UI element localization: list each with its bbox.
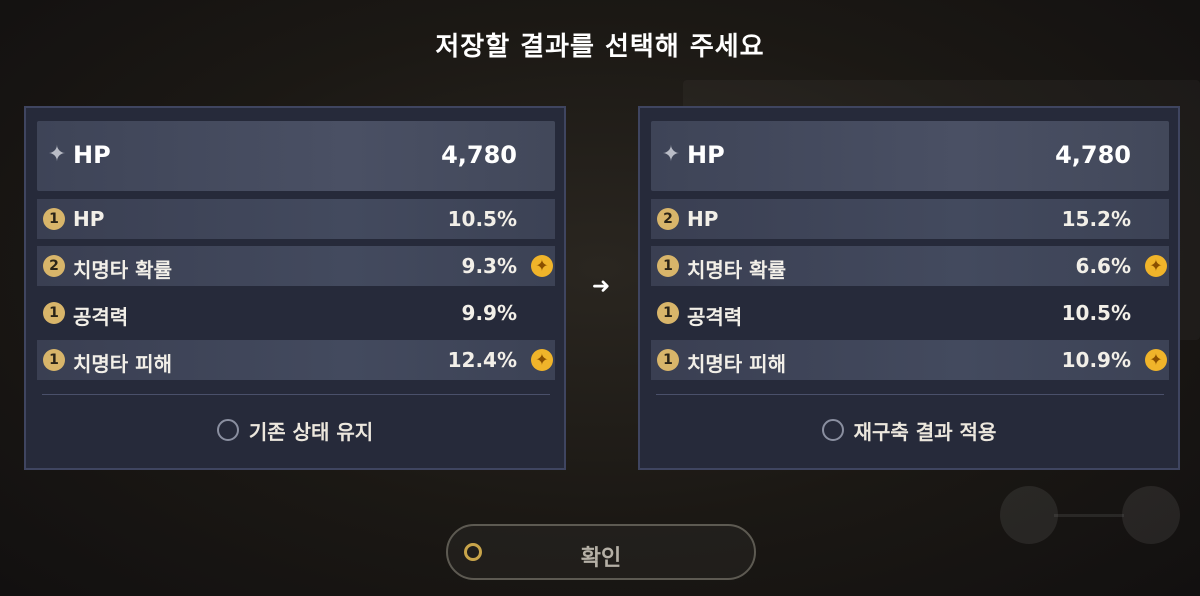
sub-stat-row: 2 HP 15.2% — [651, 199, 1169, 239]
roll-count-badge: 1 — [43, 302, 65, 324]
sub-stat-name: 치명타 확률 — [687, 258, 786, 282]
divider — [656, 394, 1164, 395]
plus-icon: ✦ — [1145, 255, 1167, 277]
sub-stat-name: HP — [73, 207, 105, 231]
main-stat-name: HP — [687, 141, 725, 169]
sub-stat-row: 1 HP 10.5% — [37, 199, 555, 239]
plus-icon: ✦ — [531, 349, 553, 371]
sub-stat-row: 1 공격력 10.5% — [651, 293, 1169, 333]
sub-stat-row: 1 치명타 피해 12.4% ✦ — [37, 340, 555, 380]
roll-count-badge: 1 — [657, 349, 679, 371]
confirm-label: 확인 — [580, 546, 622, 571]
main-stat: ✦ HP 4,780 — [651, 121, 1169, 191]
confirm-button[interactable]: 확인 — [446, 524, 756, 580]
background-line — [1054, 514, 1124, 517]
sub-stat-row: 1 치명타 확률 6.6% ✦ — [651, 246, 1169, 286]
sub-stat-name: 공격력 — [687, 305, 743, 329]
main-stat-value: 4,780 — [1055, 141, 1131, 169]
radio-button[interactable] — [821, 419, 844, 441]
main-stat: ✦ HP 4,780 — [37, 121, 555, 191]
radio-button[interactable] — [216, 419, 239, 441]
arrow-right-icon: ➜ — [591, 274, 611, 299]
roll-count-badge: 1 — [657, 255, 679, 277]
roll-count-badge: 1 — [43, 208, 65, 230]
result-card-current[interactable]: ✦ HP 4,780 1 HP 10.5% 2 치명타 확률 9.3% ✦ 1 … — [24, 106, 566, 470]
sub-stat-value: 12.4% — [447, 348, 517, 372]
divider — [42, 394, 550, 395]
sub-stat-row: 1 치명타 피해 10.9% ✦ — [651, 340, 1169, 380]
sub-stat-value: 15.2% — [1061, 207, 1131, 231]
page-title: 저장할 결과를 선택해 주세요 — [435, 32, 765, 62]
sparkle-icon: ✦ — [661, 142, 681, 167]
plus-icon: ✦ — [531, 255, 553, 277]
background-node — [1000, 486, 1058, 544]
sparkle-icon: ✦ — [47, 142, 67, 167]
sub-stat-name: HP — [687, 207, 719, 231]
roll-count-badge: 2 — [43, 255, 65, 277]
apply-reshape-option[interactable]: 재구축 결과 적용 — [640, 414, 1178, 446]
sub-stat-value: 9.9% — [461, 301, 517, 325]
sub-stat-value: 10.9% — [1061, 348, 1131, 372]
sub-stat-row: 1 공격력 9.9% — [37, 293, 555, 333]
choice-label: 재구축 결과 적용 — [853, 419, 997, 444]
sub-stat-value: 10.5% — [447, 207, 517, 231]
sub-stat-value: 6.6% — [1075, 254, 1131, 278]
sub-stat-name: 공격력 — [73, 305, 129, 329]
choice-label: 기존 상태 유지 — [248, 419, 374, 444]
sub-stat-value: 9.3% — [461, 254, 517, 278]
keep-current-option[interactable]: 기존 상태 유지 — [26, 414, 564, 446]
plus-icon: ✦ — [1145, 349, 1167, 371]
roll-count-badge: 2 — [657, 208, 679, 230]
sub-stat-name: 치명타 피해 — [73, 352, 172, 376]
sub-stat-value: 10.5% — [1061, 301, 1131, 325]
sub-stat-name: 치명타 확률 — [73, 258, 172, 282]
sub-stat-name: 치명타 피해 — [687, 352, 786, 376]
sub-stat-row: 2 치명타 확률 9.3% ✦ — [37, 246, 555, 286]
main-stat-name: HP — [73, 141, 111, 169]
roll-count-badge: 1 — [657, 302, 679, 324]
roll-count-badge: 1 — [43, 349, 65, 371]
main-stat-value: 4,780 — [441, 141, 517, 169]
background-node — [1122, 486, 1180, 544]
result-card-reshaped[interactable]: ✦ HP 4,780 2 HP 15.2% 1 치명타 확률 6.6% ✦ 1 … — [638, 106, 1180, 470]
